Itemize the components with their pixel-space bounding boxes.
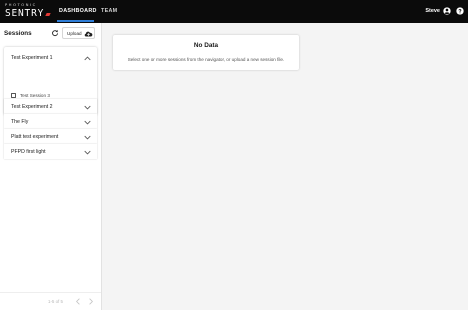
- empty-state-message: Select one or more sessions from the nav…: [127, 57, 285, 62]
- experiment-title: PFPD first light: [11, 149, 46, 155]
- sidebar-title: Sessions: [4, 30, 32, 37]
- refresh-icon[interactable]: [51, 29, 59, 37]
- chevron-right-icon[interactable]: [88, 298, 94, 305]
- experiment-row[interactable]: PFPD first light: [4, 144, 97, 159]
- sidebar-pagination: 1-5 of 5: [0, 292, 101, 310]
- experiment-row[interactable]: Test Experiment 2: [4, 99, 97, 114]
- empty-state-title: No Data: [193, 42, 219, 49]
- chevron-up-icon[interactable]: [84, 56, 91, 61]
- user-name[interactable]: Steve: [425, 8, 440, 14]
- chevron-left-icon[interactable]: [75, 298, 81, 305]
- photonic-sentry-logo[interactable]: PHOTONIC SENTRY: [5, 3, 51, 20]
- empty-state-card: No Data Select one or more sessions from…: [113, 35, 299, 70]
- account-circle-icon[interactable]: [443, 7, 451, 15]
- chevron-down-icon[interactable]: [84, 135, 91, 140]
- experiment-title: The Fly: [11, 119, 29, 125]
- session-checkbox[interactable]: [11, 93, 16, 98]
- chevron-down-icon[interactable]: [84, 120, 91, 125]
- sessions-sidebar: Sessions Upload Test Experiment 1 Test S…: [0, 23, 102, 310]
- experiment-title: Test Experiment 2: [11, 104, 53, 110]
- experiment-row[interactable]: Platt test experiment: [4, 129, 97, 144]
- cloud-upload-icon: [84, 31, 93, 37]
- top-app-bar: PHOTONIC SENTRY DASHBOARD TEAM Steve: [0, 0, 468, 23]
- experiment-title[interactable]: Test Experiment 1: [11, 55, 53, 61]
- logo-top-text: PHOTONIC: [5, 3, 37, 7]
- chevron-down-icon[interactable]: [84, 105, 91, 110]
- pagination-range: 1-5 of 5: [48, 299, 63, 304]
- experiment-row[interactable]: The Fly: [4, 114, 97, 129]
- help-circle-icon[interactable]: [456, 7, 464, 15]
- upload-button-label: Upload: [67, 31, 82, 36]
- tab-dashboard[interactable]: DASHBOARD: [59, 8, 97, 14]
- tab-team[interactable]: TEAM: [101, 8, 117, 14]
- session-label: Test Session 3: [20, 93, 50, 98]
- active-tab-indicator: [57, 20, 94, 22]
- experiment-title: Platt test experiment: [11, 134, 59, 140]
- upload-button[interactable]: Upload: [62, 27, 95, 39]
- chevron-down-icon[interactable]: [84, 150, 91, 155]
- logo-main-text: SENTRY: [5, 8, 45, 19]
- logo-accent-mark: [45, 13, 51, 16]
